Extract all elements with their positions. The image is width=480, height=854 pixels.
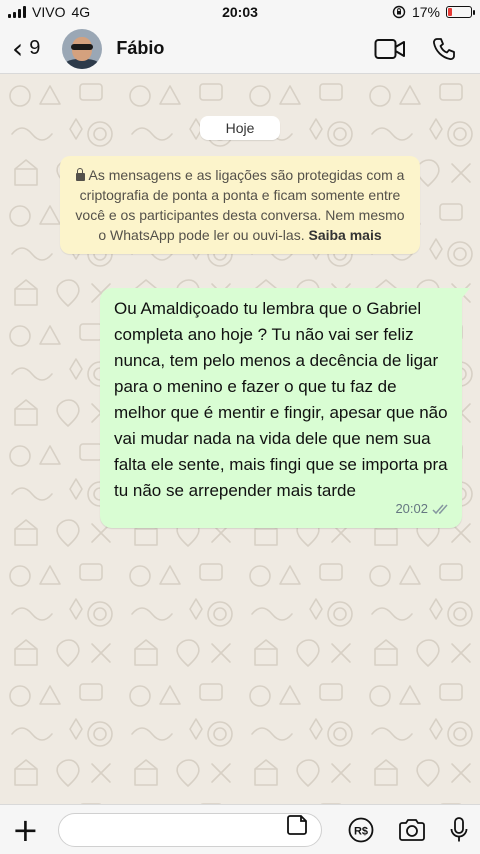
signal-icon — [8, 6, 26, 18]
input-bar: + R$ — [0, 804, 480, 854]
message-time: 20:02 — [395, 501, 428, 516]
camera-icon[interactable] — [398, 818, 426, 841]
encryption-notice[interactable]: As mensagens e as ligações são protegida… — [60, 156, 420, 254]
sticker-icon[interactable] — [286, 814, 308, 836]
avatar[interactable] — [62, 28, 103, 69]
status-bar: VIVO 4G 20:03 17% — [0, 0, 480, 24]
input-actions: R$ — [348, 816, 468, 843]
video-call-icon[interactable] — [374, 38, 406, 60]
battery-icon — [446, 6, 475, 18]
status-right: 17% — [392, 4, 475, 20]
date-separator: Hoje — [200, 116, 280, 140]
double-check-icon — [432, 504, 448, 514]
pix-icon[interactable]: R$ — [348, 817, 374, 843]
orientation-lock-icon — [392, 5, 406, 19]
microphone-icon[interactable] — [450, 816, 468, 843]
message-text: Ou Amaldiçoado tu lembra que o Gabriel c… — [114, 299, 448, 500]
chevron-left-icon: ‹ — [12, 31, 24, 65]
learn-more-link[interactable]: Saiba mais — [308, 227, 381, 243]
unread-count: 9 — [29, 37, 41, 59]
plus-icon[interactable]: + — [12, 814, 42, 846]
message-input[interactable] — [58, 812, 322, 847]
lock-icon — [75, 168, 85, 181]
chat-area[interactable]: Hoje As mensagens e as ligações são prot… — [0, 74, 480, 804]
svg-text:R$: R$ — [354, 825, 368, 837]
carrier-label: VIVO — [32, 4, 66, 20]
network-label: 4G — [71, 4, 91, 20]
back-button[interactable]: ‹ 9 — [0, 31, 41, 65]
chat-header: ‹ 9 Fábio — [0, 24, 480, 74]
status-left: VIVO 4G — [8, 4, 90, 20]
phone-call-icon[interactable] — [432, 37, 456, 61]
message-meta: 20:02 — [395, 496, 450, 522]
battery-percent: 17% — [411, 4, 440, 20]
header-actions — [374, 37, 480, 61]
outgoing-message-bubble[interactable]: Ou Amaldiçoado tu lembra que o Gabriel c… — [100, 288, 470, 528]
contact-name[interactable]: Fábio — [116, 38, 164, 59]
